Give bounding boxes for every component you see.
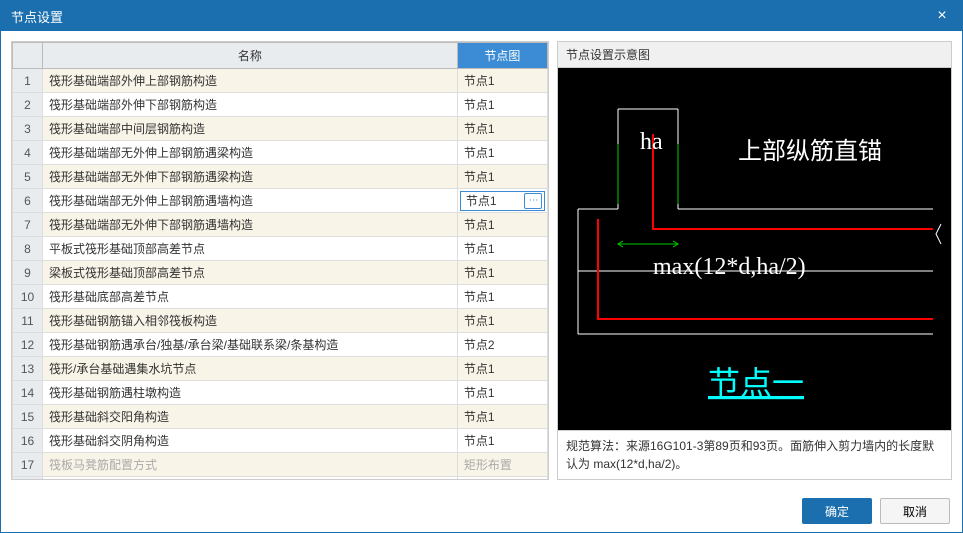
table-row[interactable]: 14筏形基础钢筋遇柱墩构造节点1 xyxy=(13,381,548,405)
preview-header: 节点设置示意图 xyxy=(558,42,951,68)
cell-node[interactable]: 节点1 xyxy=(457,141,547,165)
cell-name[interactable]: 筏形基础斜交阳角构造 xyxy=(43,405,458,429)
grid-header-row: 名称 节点图 xyxy=(13,43,548,69)
cell-name[interactable]: 筏形基础端部无外伸下部钢筋遇梁构造 xyxy=(43,165,458,189)
more-icon[interactable]: ⋯ xyxy=(524,193,542,209)
row-number: 10 xyxy=(13,285,43,309)
grid-panel: 名称 节点图 1筏形基础端部外伸上部钢筋构造节点12筏形基础端部外伸下部钢筋构造… xyxy=(11,41,549,480)
cell-node[interactable]: 节点1 xyxy=(457,165,547,189)
diagram-label-ha: ha xyxy=(640,129,663,155)
cell-name[interactable]: 筏形基础钢筋遇承台/独基/承台梁/基础联系梁/条基构造 xyxy=(43,333,458,357)
table-row[interactable]: 2筏形基础端部外伸下部钢筋构造节点1 xyxy=(13,93,548,117)
header-rownum xyxy=(13,43,43,69)
cell-name[interactable]: 筏形/承台基础遇集水坑节点 xyxy=(43,357,458,381)
cell-name[interactable]: 筏形基础斜交阴角构造 xyxy=(43,429,458,453)
row-number: 3 xyxy=(13,117,43,141)
diagram-svg: ha 上部纵筋直锚 max(12*d,ha/2) 节点一 xyxy=(558,68,951,430)
table-row[interactable]: 18筏板拉筋配置方式矩形布置 xyxy=(13,477,548,481)
cell-name[interactable]: 梁板式筏形基础顶部高差节点 xyxy=(43,261,458,285)
cell-name[interactable]: 筏板拉筋配置方式 xyxy=(43,477,458,481)
cell-name[interactable]: 平板式筏形基础顶部高差节点 xyxy=(43,237,458,261)
row-number: 14 xyxy=(13,381,43,405)
cell-name[interactable]: 筏形基础底部高差节点 xyxy=(43,285,458,309)
cell-node[interactable]: 节点1 xyxy=(457,237,547,261)
diagram-description: 规范算法：来源16G101-3第89页和93页。面筋伸入剪力墙内的长度默认为 m… xyxy=(558,430,951,479)
row-number: 4 xyxy=(13,141,43,165)
cell-node[interactable]: 节点1 xyxy=(457,213,547,237)
titlebar: 节点设置 × xyxy=(1,1,962,31)
row-number: 2 xyxy=(13,93,43,117)
cell-editor[interactable]: 节点1⋯ xyxy=(460,191,545,211)
table-row[interactable]: 10筏形基础底部高差节点节点1 xyxy=(13,285,548,309)
cell-node[interactable]: 节点1 xyxy=(457,261,547,285)
dialog-title: 节点设置 xyxy=(11,7,932,26)
table-row[interactable]: 12筏形基础钢筋遇承台/独基/承台梁/基础联系梁/条基构造节点2 xyxy=(13,333,548,357)
cell-node[interactable]: 节点1 xyxy=(457,357,547,381)
cell-name[interactable]: 筏形基础端部外伸上部钢筋构造 xyxy=(43,69,458,93)
table-row[interactable]: 13筏形/承台基础遇集水坑节点节点1 xyxy=(13,357,548,381)
header-name: 名称 xyxy=(43,43,458,69)
cell-editor-value: 节点1 xyxy=(463,192,524,209)
ok-button[interactable]: 确定 xyxy=(802,498,872,524)
cell-name[interactable]: 筏形基础端部无外伸上部钢筋遇梁构造 xyxy=(43,141,458,165)
cell-node[interactable]: 节点1 xyxy=(457,69,547,93)
cell-name[interactable]: 筏形基础端部无外伸上部钢筋遇墙构造 xyxy=(43,189,458,213)
table-row[interactable]: 17筏板马凳筋配置方式矩形布置 xyxy=(13,453,548,477)
row-number: 12 xyxy=(13,333,43,357)
table-row[interactable]: 8平板式筏形基础顶部高差节点节点1 xyxy=(13,237,548,261)
row-number: 11 xyxy=(13,309,43,333)
dialog-footer: 确定 取消 xyxy=(1,490,962,532)
table-row[interactable]: 3筏形基础端部中间层钢筋构造节点1 xyxy=(13,117,548,141)
table-row[interactable]: 6筏形基础端部无外伸上部钢筋遇墙构造节点1⋯ xyxy=(13,189,548,213)
cell-name[interactable]: 筏板马凳筋配置方式 xyxy=(43,453,458,477)
table-row[interactable]: 15筏形基础斜交阳角构造节点1 xyxy=(13,405,548,429)
table-row[interactable]: 4筏形基础端部无外伸上部钢筋遇梁构造节点1 xyxy=(13,141,548,165)
cell-name[interactable]: 筏形基础端部中间层钢筋构造 xyxy=(43,117,458,141)
cell-node[interactable]: 节点1 xyxy=(457,117,547,141)
table-row[interactable]: 11筏形基础钢筋锚入相邻筏板构造节点1 xyxy=(13,309,548,333)
row-number: 1 xyxy=(13,69,43,93)
close-icon[interactable]: × xyxy=(932,6,952,26)
table-row[interactable]: 9梁板式筏形基础顶部高差节点节点1 xyxy=(13,261,548,285)
cancel-button[interactable]: 取消 xyxy=(880,498,950,524)
cell-node[interactable]: 节点1 xyxy=(457,429,547,453)
diagram-label-top: 上部纵筋直锚 xyxy=(738,138,882,165)
cell-name[interactable]: 筏形基础端部外伸下部钢筋构造 xyxy=(43,93,458,117)
row-number: 18 xyxy=(13,477,43,481)
row-number: 17 xyxy=(13,453,43,477)
table-row[interactable]: 16筏形基础斜交阴角构造节点1 xyxy=(13,429,548,453)
row-number: 9 xyxy=(13,261,43,285)
cell-node[interactable]: 节点2 xyxy=(457,333,547,357)
cell-node[interactable]: 节点1 xyxy=(457,381,547,405)
cell-name[interactable]: 筏形基础钢筋遇柱墩构造 xyxy=(43,381,458,405)
row-number: 15 xyxy=(13,405,43,429)
cell-node[interactable]: 矩形布置 xyxy=(457,477,547,481)
diagram-label-formula: max(12*d,ha/2) xyxy=(653,254,806,280)
diagram-canvas: ha 上部纵筋直锚 max(12*d,ha/2) 节点一 xyxy=(558,68,951,430)
cell-node[interactable]: 节点1 xyxy=(457,309,547,333)
row-number: 5 xyxy=(13,165,43,189)
row-number: 8 xyxy=(13,237,43,261)
row-number: 6 xyxy=(13,189,43,213)
cell-node[interactable]: 节点1 xyxy=(457,405,547,429)
header-node[interactable]: 节点图 xyxy=(457,43,547,69)
content-area: 名称 节点图 1筏形基础端部外伸上部钢筋构造节点12筏形基础端部外伸下部钢筋构造… xyxy=(1,31,962,490)
table-row[interactable]: 7筏形基础端部无外伸下部钢筋遇墙构造节点1 xyxy=(13,213,548,237)
cell-node[interactable]: 节点1⋯ xyxy=(457,189,547,213)
row-number: 7 xyxy=(13,213,43,237)
cell-name[interactable]: 筏形基础端部无外伸下部钢筋遇墙构造 xyxy=(43,213,458,237)
row-number: 13 xyxy=(13,357,43,381)
table-row[interactable]: 5筏形基础端部无外伸下部钢筋遇梁构造节点1 xyxy=(13,165,548,189)
row-number: 16 xyxy=(13,429,43,453)
cell-node[interactable]: 节点1 xyxy=(457,285,547,309)
cell-node[interactable]: 节点1 xyxy=(457,93,547,117)
node-grid: 名称 节点图 1筏形基础端部外伸上部钢筋构造节点12筏形基础端部外伸下部钢筋构造… xyxy=(12,42,548,480)
table-row[interactable]: 1筏形基础端部外伸上部钢筋构造节点1 xyxy=(13,69,548,93)
cell-name[interactable]: 筏形基础钢筋锚入相邻筏板构造 xyxy=(43,309,458,333)
preview-panel: 节点设置示意图 xyxy=(557,41,952,480)
diagram-label-title: 节点一 xyxy=(708,365,804,401)
dialog: 节点设置 × 名称 节点图 1筏形基础端部外伸上部钢筋构造节点12筏形基础端部外… xyxy=(0,0,963,533)
cell-node[interactable]: 矩形布置 xyxy=(457,453,547,477)
